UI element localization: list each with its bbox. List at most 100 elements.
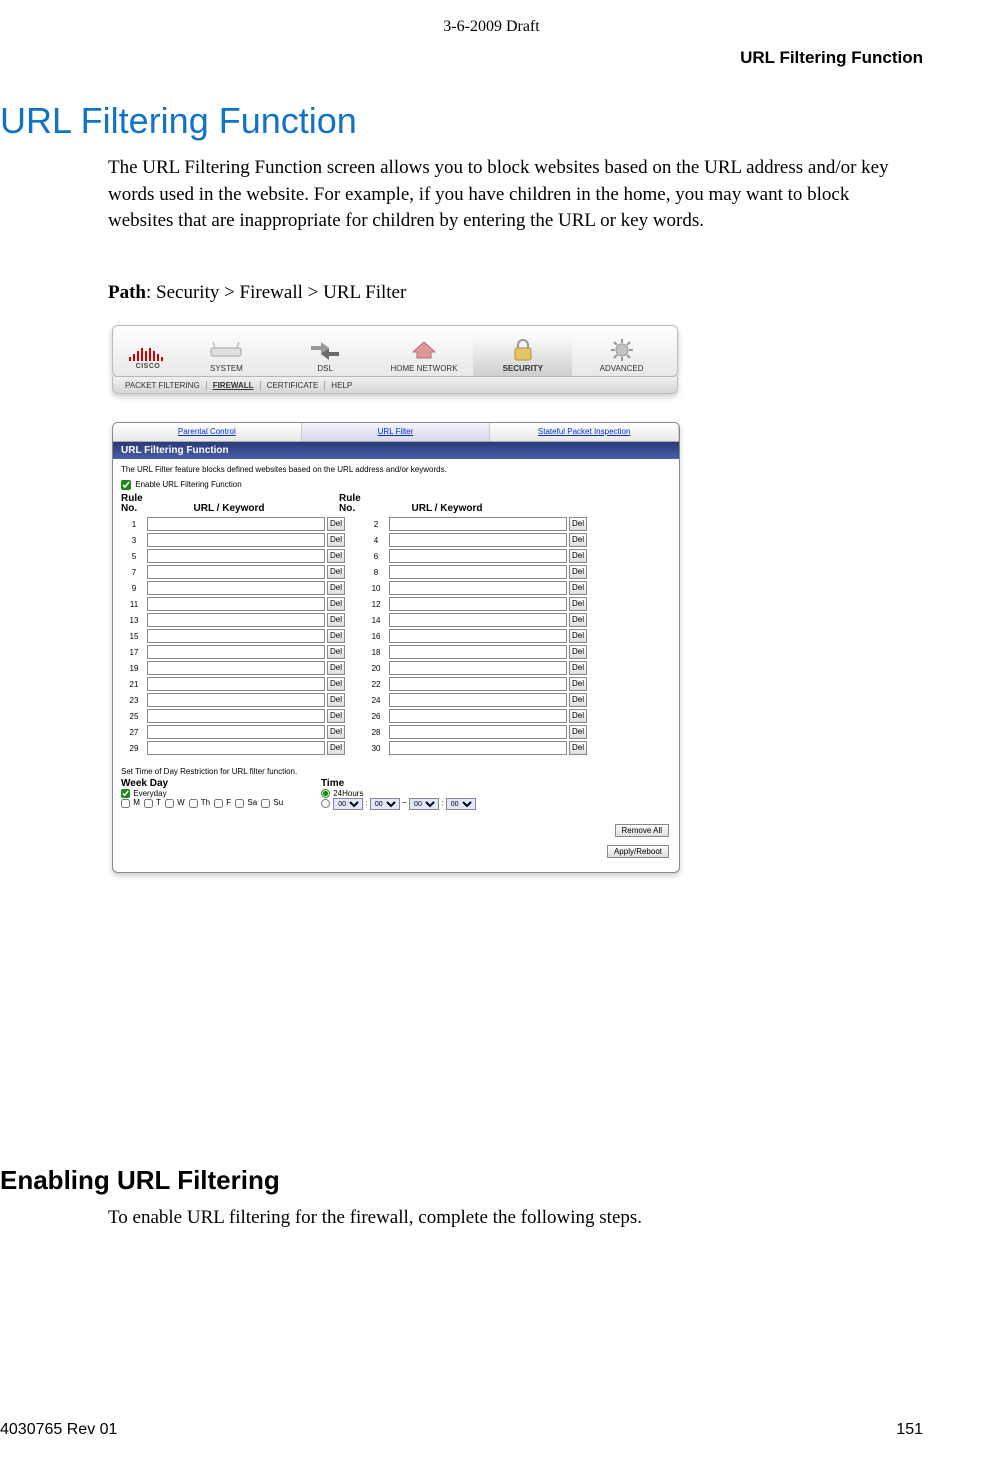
nav-home-network[interactable]: HOME NETWORK bbox=[375, 337, 474, 376]
url-keyword-input[interactable] bbox=[147, 677, 325, 691]
delete-button[interactable]: Del bbox=[569, 645, 587, 659]
mm-end[interactable]: 00 bbox=[446, 798, 476, 810]
url-keyword-input[interactable] bbox=[147, 565, 325, 579]
url-keyword-input[interactable] bbox=[389, 725, 567, 739]
delete-button[interactable]: Del bbox=[327, 581, 345, 595]
house-icon bbox=[407, 337, 441, 363]
url-keyword-input[interactable] bbox=[147, 693, 325, 707]
day-checkbox[interactable] bbox=[165, 799, 174, 808]
delete-button[interactable]: Del bbox=[327, 741, 345, 755]
url-keyword-input[interactable] bbox=[389, 741, 567, 755]
url-keyword-input[interactable] bbox=[147, 709, 325, 723]
url-keyword-input[interactable] bbox=[147, 725, 325, 739]
url-keyword-input[interactable] bbox=[147, 741, 325, 755]
tab-stateful-packet-inspection[interactable]: Stateful Packet Inspection bbox=[490, 423, 679, 441]
delete-button[interactable]: Del bbox=[569, 661, 587, 675]
url-keyword-input[interactable] bbox=[389, 629, 567, 643]
url-keyword-input[interactable] bbox=[389, 581, 567, 595]
delete-button[interactable]: Del bbox=[327, 645, 345, 659]
enable-checkbox[interactable] bbox=[121, 480, 131, 490]
delete-button[interactable]: Del bbox=[569, 597, 587, 611]
delete-button[interactable]: Del bbox=[327, 725, 345, 739]
intro-paragraph: The URL Filtering Function screen allows… bbox=[108, 155, 913, 235]
delete-button[interactable]: Del bbox=[327, 693, 345, 707]
delete-button[interactable]: Del bbox=[569, 613, 587, 627]
delete-button[interactable]: Del bbox=[327, 629, 345, 643]
url-keyword-input[interactable] bbox=[147, 533, 325, 547]
radio-24hours[interactable] bbox=[321, 789, 330, 798]
hh-start[interactable]: 00 bbox=[333, 798, 363, 810]
day-checkbox[interactable] bbox=[214, 799, 223, 808]
radio-range[interactable] bbox=[321, 799, 330, 808]
url-keyword-input[interactable] bbox=[389, 677, 567, 691]
url-keyword-input[interactable] bbox=[147, 549, 325, 563]
rule-number: 18 bbox=[363, 648, 389, 657]
delete-button[interactable]: Del bbox=[327, 517, 345, 531]
url-keyword-input[interactable] bbox=[389, 693, 567, 707]
url-keyword-input[interactable] bbox=[147, 613, 325, 627]
delete-button[interactable]: Del bbox=[569, 709, 587, 723]
delete-button[interactable]: Del bbox=[569, 565, 587, 579]
delete-button[interactable]: Del bbox=[569, 533, 587, 547]
delete-button[interactable]: Del bbox=[327, 533, 345, 547]
tab-parental-control[interactable]: Parental Control bbox=[113, 423, 302, 441]
rule-number: 15 bbox=[121, 632, 147, 641]
url-keyword-input[interactable] bbox=[389, 709, 567, 723]
url-keyword-input[interactable] bbox=[389, 597, 567, 611]
delete-button[interactable]: Del bbox=[569, 677, 587, 691]
day-checkbox[interactable] bbox=[235, 799, 244, 808]
day-checkbox[interactable] bbox=[189, 799, 198, 808]
remove-all-button[interactable]: Remove All bbox=[615, 824, 669, 837]
delete-button[interactable]: Del bbox=[569, 581, 587, 595]
delete-button[interactable]: Del bbox=[569, 741, 587, 755]
url-keyword-input[interactable] bbox=[147, 517, 325, 531]
apply-reboot-button[interactable]: Apply/Reboot bbox=[607, 845, 669, 858]
url-keyword-input[interactable] bbox=[389, 613, 567, 627]
rule-row: 29Del30Del bbox=[121, 741, 671, 755]
draft-header: 3-6-2009 Draft bbox=[0, 18, 983, 36]
url-keyword-input[interactable] bbox=[147, 581, 325, 595]
url-keyword-input[interactable] bbox=[389, 645, 567, 659]
delete-button[interactable]: Del bbox=[327, 613, 345, 627]
day-checkbox[interactable] bbox=[121, 799, 130, 808]
delete-button[interactable]: Del bbox=[569, 629, 587, 643]
everyday-checkbox[interactable] bbox=[121, 789, 130, 798]
delete-button[interactable]: Del bbox=[327, 597, 345, 611]
delete-button[interactable]: Del bbox=[327, 661, 345, 675]
delete-button[interactable]: Del bbox=[569, 693, 587, 707]
delete-button[interactable]: Del bbox=[327, 709, 345, 723]
url-keyword-input[interactable] bbox=[147, 661, 325, 675]
url-keyword-input[interactable] bbox=[389, 565, 567, 579]
delete-button[interactable]: Del bbox=[569, 549, 587, 563]
url-keyword-input[interactable] bbox=[147, 597, 325, 611]
subnav-packet-filtering[interactable]: PACKET FILTERING bbox=[119, 381, 207, 390]
delete-button[interactable]: Del bbox=[327, 549, 345, 563]
url-keyword-input[interactable] bbox=[147, 629, 325, 643]
delete-button[interactable]: Del bbox=[569, 517, 587, 531]
tab-url-filter[interactable]: URL Filter bbox=[302, 423, 491, 441]
nav-label: SYSTEM bbox=[210, 364, 243, 373]
url-keyword-input[interactable] bbox=[389, 533, 567, 547]
delete-button[interactable]: Del bbox=[569, 725, 587, 739]
subnav-firewall[interactable]: FIREWALL bbox=[207, 381, 261, 390]
url-keyword-input[interactable] bbox=[389, 549, 567, 563]
day-checkbox[interactable] bbox=[261, 799, 270, 808]
nav-security[interactable]: SECURITY bbox=[473, 337, 572, 376]
delete-button[interactable]: Del bbox=[327, 677, 345, 691]
footer-doc-id: 4030765 Rev 01 bbox=[0, 1421, 117, 1439]
url-keyword-input[interactable] bbox=[147, 645, 325, 659]
rule-table: Rule No. URL / Keyword Rule No. URL / Ke… bbox=[113, 494, 679, 755]
time-section: Week Day Everyday M T W Th F Sa Su Time … bbox=[113, 778, 679, 816]
nav-system[interactable]: SYSTEM bbox=[177, 337, 276, 376]
delete-button[interactable]: Del bbox=[327, 565, 345, 579]
subnav-help[interactable]: HELP bbox=[325, 381, 358, 390]
url-keyword-input[interactable] bbox=[389, 517, 567, 531]
url-keyword-input[interactable] bbox=[389, 661, 567, 675]
hh-end[interactable]: 00 bbox=[409, 798, 439, 810]
subnav-certificate[interactable]: CERTIFICATE bbox=[261, 381, 326, 390]
nav-dsl[interactable]: DSL bbox=[276, 337, 375, 376]
mm-start[interactable]: 00 bbox=[370, 798, 400, 810]
day-checkbox[interactable] bbox=[144, 799, 153, 808]
panel: Parental Control URL Filter Stateful Pac… bbox=[112, 422, 680, 873]
nav-advanced[interactable]: ADVANCED bbox=[572, 337, 671, 376]
